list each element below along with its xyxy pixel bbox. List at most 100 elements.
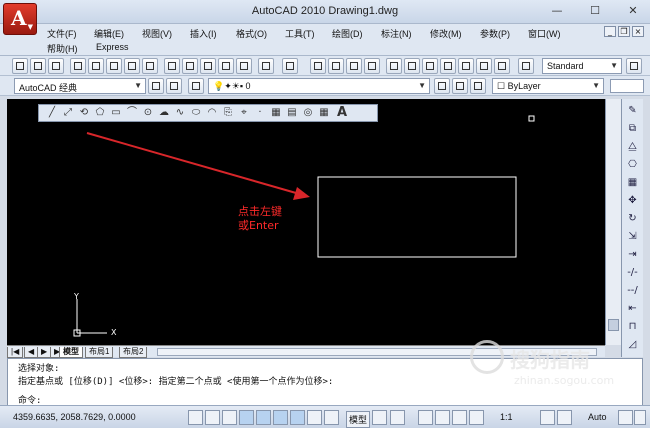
save-icon[interactable]	[48, 58, 64, 74]
pan-status-icon[interactable]	[418, 410, 433, 425]
model-space-button[interactable]: 模型	[346, 411, 371, 428]
join-icon[interactable]: ⊓	[625, 319, 640, 334]
multiline-text-icon[interactable]: A	[335, 106, 349, 120]
properties-icon[interactable]	[386, 58, 402, 74]
menu-insert[interactable]: 插入(I)	[190, 27, 217, 40]
offset-icon[interactable]: ⎔	[625, 157, 640, 172]
vertical-scrollbar[interactable]	[605, 99, 621, 345]
menu-parametric[interactable]: 参数(P)	[480, 27, 510, 40]
toolbar-lock-icon[interactable]	[618, 410, 633, 425]
ellipse-icon[interactable]: ⬭	[189, 106, 203, 120]
menu-express[interactable]: Express	[96, 42, 129, 52]
close-button[interactable]: ✕	[620, 4, 646, 20]
doc-close-button[interactable]: ×	[632, 26, 644, 37]
workspace-dropdown[interactable]: AutoCAD 经典 ▼	[14, 78, 146, 94]
region-icon[interactable]: ◎	[301, 106, 315, 120]
revision-cloud-icon[interactable]: ☁	[157, 106, 171, 120]
otrack-toggle[interactable]	[290, 410, 305, 425]
menu-window[interactable]: 窗口(W)	[528, 27, 561, 40]
tab-layout2[interactable]: 布局2	[119, 347, 148, 358]
make-block-icon[interactable]: ⌖	[237, 106, 251, 120]
design-center-icon[interactable]	[404, 58, 420, 74]
tab-model[interactable]: 模型	[59, 347, 83, 358]
tool-palettes-icon[interactable]	[422, 58, 438, 74]
menu-edit[interactable]: 编辑(E)	[94, 27, 124, 40]
arc-icon[interactable]: ⌒	[125, 106, 139, 120]
make-object-layer-current-icon[interactable]	[434, 78, 450, 94]
rectangle-icon[interactable]: ▭	[109, 106, 123, 120]
doc-restore-button[interactable]: ❐	[618, 26, 630, 37]
gradient-icon[interactable]: ▤	[285, 106, 299, 120]
layer-dropdown[interactable]: 💡✦☀▪ 0 ▼	[208, 78, 430, 94]
plot-icon[interactable]	[142, 58, 158, 74]
color-dropdown[interactable]: ☐ ByLayer ▼	[492, 78, 604, 94]
layer-manager-icon[interactable]	[188, 78, 204, 94]
point-icon[interactable]: ·	[253, 106, 267, 120]
polygon-icon[interactable]: ⬠	[93, 106, 107, 120]
table-icon[interactable]: ▦	[317, 106, 331, 120]
erase-icon[interactable]: ✎	[625, 103, 640, 118]
insert-block-icon[interactable]: ⎘	[221, 106, 235, 120]
infer-constraints-toggle[interactable]	[188, 410, 203, 425]
menu-tools[interactable]: 工具(T)	[285, 27, 315, 40]
publish-icon[interactable]	[106, 58, 122, 74]
copy-object-icon[interactable]: ⧉	[625, 121, 640, 136]
zoom-realtime-icon[interactable]	[328, 58, 344, 74]
redo-icon[interactable]	[282, 58, 298, 74]
lineweight-toggle[interactable]	[324, 410, 339, 425]
annotation-scale[interactable]: 1:1	[500, 412, 513, 422]
menu-help[interactable]: 帮助(H)	[47, 42, 78, 55]
rotate-icon[interactable]: ↻	[625, 211, 640, 226]
menu-draw[interactable]: 绘图(D)	[332, 27, 363, 40]
annotation-visibility-icon[interactable]	[540, 410, 555, 425]
print-preview-icon[interactable]	[88, 58, 104, 74]
move-icon[interactable]: ✥	[625, 193, 640, 208]
polyline-icon[interactable]: ⟲	[77, 106, 91, 120]
quick-view-drawings-icon[interactable]	[390, 410, 405, 425]
scale-icon[interactable]: ⇲	[625, 229, 640, 244]
workspace-settings-icon[interactable]	[148, 78, 164, 94]
match-properties-icon[interactable]	[218, 58, 234, 74]
text-style-dropdown[interactable]: Standard ▼	[542, 58, 622, 74]
zoom-window-icon[interactable]	[346, 58, 362, 74]
linetype-dropdown[interactable]	[610, 79, 644, 93]
tab-nav-first[interactable]: |◀	[7, 347, 24, 358]
sheet-set-icon[interactable]	[440, 58, 456, 74]
zoom-status-icon[interactable]	[435, 410, 450, 425]
menu-format[interactable]: 格式(O)	[236, 27, 267, 40]
dimension-style-icon[interactable]	[626, 58, 642, 74]
circle-icon[interactable]: ⊙	[141, 106, 155, 120]
array-icon[interactable]: ▦	[625, 175, 640, 190]
snap-toggle[interactable]	[205, 410, 220, 425]
mirror-icon[interactable]: ⧋	[625, 139, 640, 154]
showmotion-icon[interactable]	[469, 410, 484, 425]
application-menu-button[interactable]: A ▼	[3, 3, 37, 35]
undo-icon[interactable]	[258, 58, 274, 74]
spline-icon[interactable]: ∿	[173, 106, 187, 120]
scrollbar-thumb[interactable]	[608, 319, 619, 331]
hatch-icon[interactable]: ▦	[269, 106, 283, 120]
auto-scale-icon[interactable]	[557, 410, 572, 425]
menu-view[interactable]: 视图(V)	[142, 27, 172, 40]
construction-line-icon[interactable]: ⤢	[61, 106, 75, 120]
clean-screen-icon[interactable]	[634, 410, 646, 425]
ellipse-arc-icon[interactable]: ◠	[205, 106, 219, 120]
copy-icon[interactable]	[182, 58, 198, 74]
layer-states-icon[interactable]	[470, 78, 486, 94]
line-icon[interactable]: ╱	[45, 106, 59, 120]
open-file-icon[interactable]	[30, 58, 46, 74]
polar-toggle[interactable]	[256, 410, 271, 425]
new-file-icon[interactable]	[12, 58, 28, 74]
print-icon[interactable]	[70, 58, 86, 74]
ducs-toggle[interactable]	[307, 410, 322, 425]
steering-wheel-icon[interactable]	[452, 410, 467, 425]
tab-layout1[interactable]: 布局1	[85, 347, 114, 358]
drawing-canvas[interactable]: 点击左键 或Enter Y X	[7, 99, 605, 345]
workspace-switch[interactable]: Auto	[588, 412, 607, 422]
quick-view-layouts-icon[interactable]	[372, 410, 387, 425]
stretch-icon[interactable]: ⇥	[625, 247, 640, 262]
maximize-button[interactable]: ☐	[582, 4, 608, 20]
grid-toggle[interactable]	[222, 410, 237, 425]
trim-icon[interactable]: -/-	[625, 265, 640, 280]
osnap-toggle[interactable]	[273, 410, 288, 425]
